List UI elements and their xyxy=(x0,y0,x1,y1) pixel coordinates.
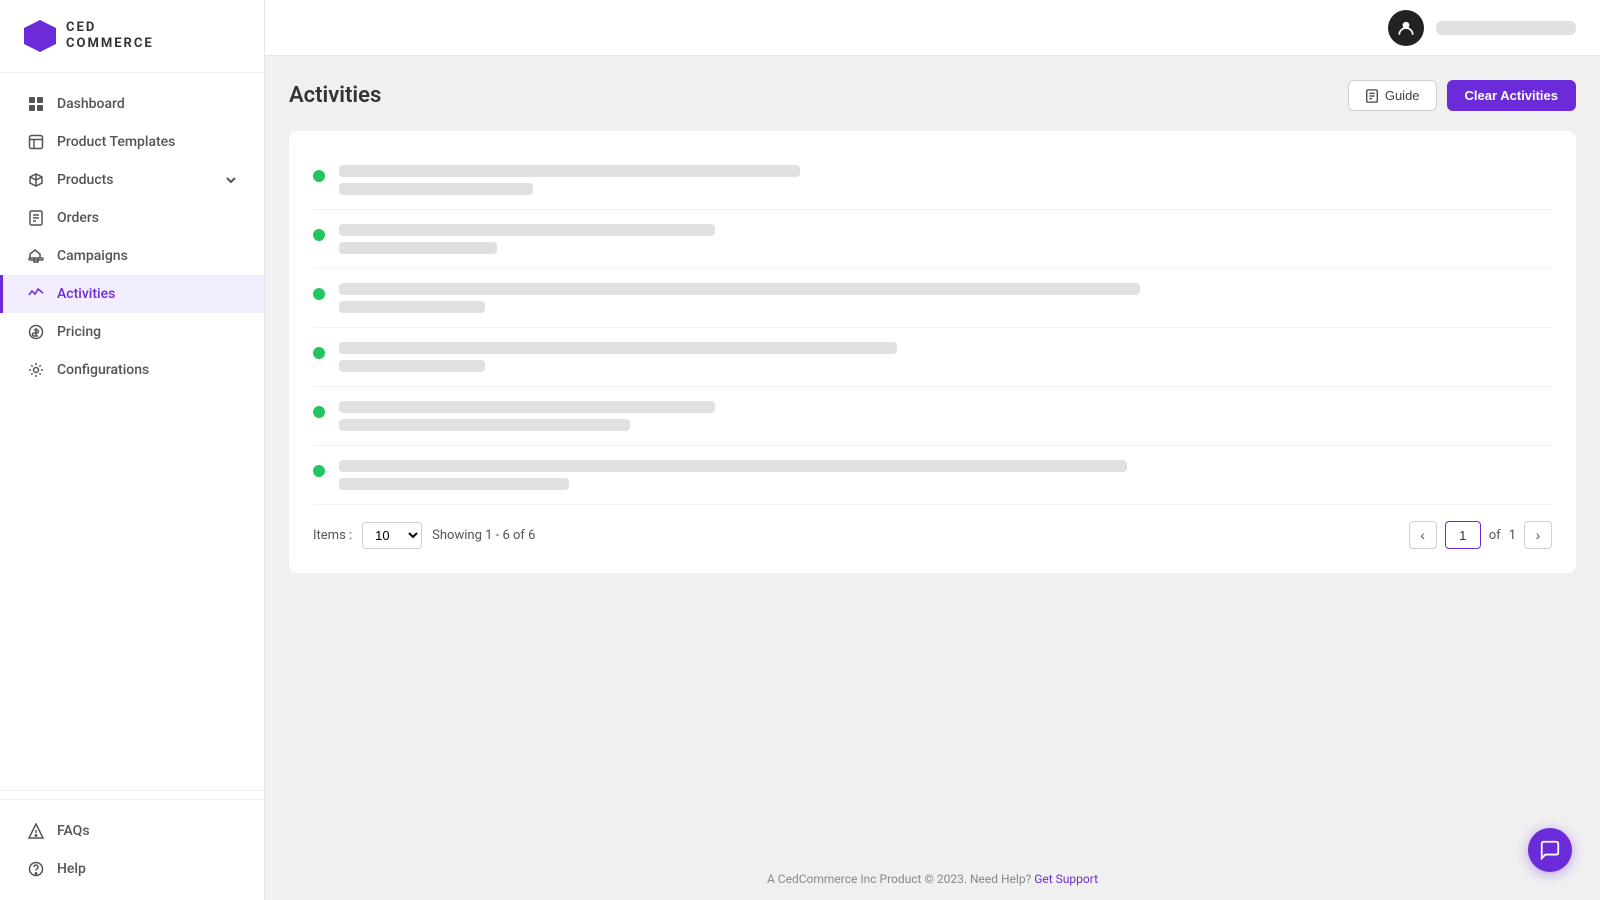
support-link[interactable]: Get Support xyxy=(1034,872,1098,886)
user-area xyxy=(1388,10,1576,46)
sidebar-item-label: Configurations xyxy=(57,362,149,378)
chevron-down-icon xyxy=(222,171,240,189)
products-icon xyxy=(27,171,45,189)
activity-line-1 xyxy=(339,342,897,354)
logo-area[interactable]: CED COMMERCE xyxy=(0,0,264,73)
activity-line-2 xyxy=(339,183,533,195)
activity-line-2 xyxy=(339,360,485,372)
activity-status-dot xyxy=(313,229,325,241)
activity-status-dot xyxy=(313,347,325,359)
pagination-right: ‹ of 1 › xyxy=(1409,521,1552,549)
page-header: Activities Guide Clear Activities xyxy=(289,80,1576,111)
activity-status-dot xyxy=(313,406,325,418)
activities-icon xyxy=(27,285,45,303)
sidebar-item-pricing[interactable]: Pricing xyxy=(0,313,264,351)
dashboard-icon xyxy=(27,95,45,113)
nav-items: Dashboard Product Templates Products Ord… xyxy=(0,73,264,782)
logo-icon xyxy=(24,20,56,52)
guide-icon xyxy=(1365,89,1379,103)
user-name-placeholder xyxy=(1436,21,1576,35)
activity-status-dot xyxy=(313,288,325,300)
activities-card: Items : 10 25 50 100 Showing 1 - 6 of 6 … xyxy=(289,131,1576,573)
total-pages: 1 xyxy=(1509,528,1516,543)
sidebar-item-label: Product Templates xyxy=(57,134,175,150)
activity-line-2 xyxy=(339,478,569,490)
activity-line-2 xyxy=(339,242,497,254)
activity-status-dot xyxy=(313,170,325,182)
sidebar-item-label: Activities xyxy=(57,286,115,302)
avatar xyxy=(1388,10,1424,46)
pagination-bar: Items : 10 25 50 100 Showing 1 - 6 of 6 … xyxy=(313,505,1552,553)
main-wrapper: Activities Guide Clear Activities xyxy=(265,0,1600,900)
page-number-input[interactable] xyxy=(1445,521,1481,549)
activity-content xyxy=(339,165,1552,195)
activity-content xyxy=(339,342,1552,372)
nav-separator xyxy=(0,790,264,791)
sidebar-item-label: Orders xyxy=(57,210,99,226)
footer-text: A CedCommerce Inc Product © 2023. Need H… xyxy=(767,872,1031,886)
guide-button[interactable]: Guide xyxy=(1348,80,1437,111)
sidebar-item-activities[interactable]: Activities xyxy=(0,275,264,313)
items-label: Items : xyxy=(313,528,352,543)
sidebar: CED COMMERCE Dashboard Product Templates… xyxy=(0,0,265,900)
content-area: Activities Guide Clear Activities xyxy=(265,56,1600,858)
faqs-icon xyxy=(27,822,45,840)
activity-item xyxy=(313,151,1552,210)
showing-text: Showing 1 - 6 of 6 xyxy=(432,528,535,543)
activity-line-2 xyxy=(339,301,485,313)
sidebar-item-label: FAQs xyxy=(57,823,90,839)
sidebar-item-label: Products xyxy=(57,172,114,188)
activity-item xyxy=(313,328,1552,387)
activity-item xyxy=(313,446,1552,505)
activity-line-1 xyxy=(339,165,800,177)
page-title: Activities xyxy=(289,83,381,108)
activity-item xyxy=(313,387,1552,446)
header-actions: Guide Clear Activities xyxy=(1348,80,1576,111)
activity-line-1 xyxy=(339,460,1127,472)
sidebar-item-help[interactable]: Help xyxy=(0,850,264,888)
sidebar-item-configurations[interactable]: Configurations xyxy=(0,351,264,389)
sidebar-item-label: Dashboard xyxy=(57,96,125,112)
orders-icon xyxy=(27,209,45,227)
page-of-label: of xyxy=(1489,528,1501,543)
clear-activities-button[interactable]: Clear Activities xyxy=(1447,80,1576,111)
sidebar-item-product-templates[interactable]: Product Templates xyxy=(0,123,264,161)
pricing-icon xyxy=(27,323,45,341)
activity-content xyxy=(339,224,1552,254)
sidebar-item-faqs[interactable]: FAQs xyxy=(0,812,264,850)
chat-bubble[interactable] xyxy=(1528,828,1572,872)
activity-item xyxy=(313,210,1552,269)
activity-line-1 xyxy=(339,283,1140,295)
activity-line-1 xyxy=(339,224,715,236)
sidebar-item-label: Help xyxy=(57,861,86,877)
sidebar-item-orders[interactable]: Orders xyxy=(0,199,264,237)
top-bar xyxy=(265,0,1600,56)
prev-page-button[interactable]: ‹ xyxy=(1409,521,1437,549)
configurations-icon xyxy=(27,361,45,379)
help-icon xyxy=(27,860,45,878)
activity-line-2 xyxy=(339,419,630,431)
nav-bottom: FAQs Help xyxy=(0,799,264,900)
sidebar-item-label: Campaigns xyxy=(57,248,128,264)
template-icon xyxy=(27,133,45,151)
sidebar-item-dashboard[interactable]: Dashboard xyxy=(0,85,264,123)
activity-item xyxy=(313,269,1552,328)
per-page-select[interactable]: 10 25 50 100 xyxy=(362,522,422,549)
sidebar-item-campaigns[interactable]: Campaigns xyxy=(0,237,264,275)
logo-text: CED COMMERCE xyxy=(66,20,154,51)
next-page-button[interactable]: › xyxy=(1524,521,1552,549)
pagination-left: Items : 10 25 50 100 Showing 1 - 6 of 6 xyxy=(313,522,535,549)
activity-content xyxy=(339,460,1552,490)
activity-status-dot xyxy=(313,465,325,477)
footer: A CedCommerce Inc Product © 2023. Need H… xyxy=(265,858,1600,900)
sidebar-item-products[interactable]: Products xyxy=(0,161,264,199)
activity-line-1 xyxy=(339,401,715,413)
sidebar-item-label: Pricing xyxy=(57,324,101,340)
activity-content xyxy=(339,283,1552,313)
activity-content xyxy=(339,401,1552,431)
campaigns-icon xyxy=(27,247,45,265)
